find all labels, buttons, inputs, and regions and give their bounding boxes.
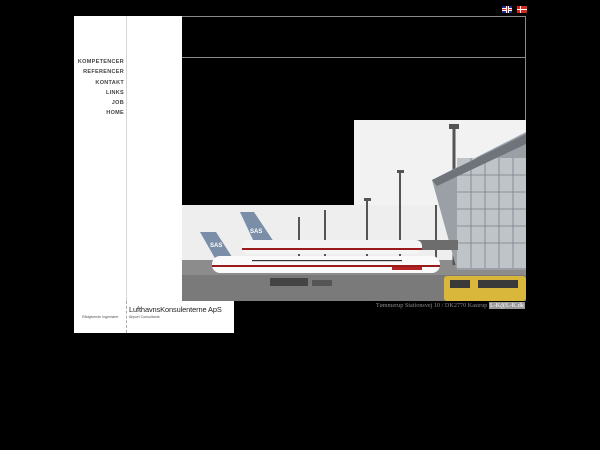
denmark-flag-icon[interactable] — [517, 6, 527, 13]
left-panel-divider — [126, 16, 127, 301]
svg-text:SAS: SAS — [210, 243, 222, 249]
frame-right-line — [525, 16, 526, 120]
email-link[interactable]: L-K@L-K.dk — [488, 302, 525, 309]
svg-text:SAS: SAS — [250, 229, 262, 235]
logo-divider — [126, 301, 128, 333]
logo-tagline-left: Rådgivende Ingeniører — [82, 315, 119, 319]
menu-item-links[interactable]: LINKS — [74, 88, 124, 98]
menu-item-kontakt[interactable]: KONTAKT — [74, 78, 124, 88]
main-menu: KOMPETENCER REFERENCER KONTAKT LINKS JOB… — [74, 57, 124, 119]
frame-middle-line — [182, 57, 526, 58]
frame-top-line — [182, 16, 526, 17]
menu-item-referencer[interactable]: REFERENCER — [74, 67, 124, 77]
menu-item-home[interactable]: HOME — [74, 108, 124, 118]
contact-line: Tømmerup Stationsvej 10 / DK2770 Kastrup… — [330, 302, 525, 309]
company-name: LufthavnsKonsulenterne ApS — [129, 305, 222, 314]
address-text: Tømmerup Stationsvej 10 / DK2770 Kastrup — [375, 302, 488, 309]
menu-item-kompetencer[interactable]: KOMPETENCER — [74, 57, 124, 67]
menu-item-job[interactable]: JOB — [74, 98, 124, 108]
company-logo[interactable]: Rådgivende Ingeniører LufthavnsKonsulent… — [74, 301, 234, 333]
airport-photo: SAS SAS — [182, 120, 526, 301]
logo-tagline-right: Airport Consultants — [129, 315, 160, 319]
uk-flag-icon[interactable] — [502, 6, 512, 13]
